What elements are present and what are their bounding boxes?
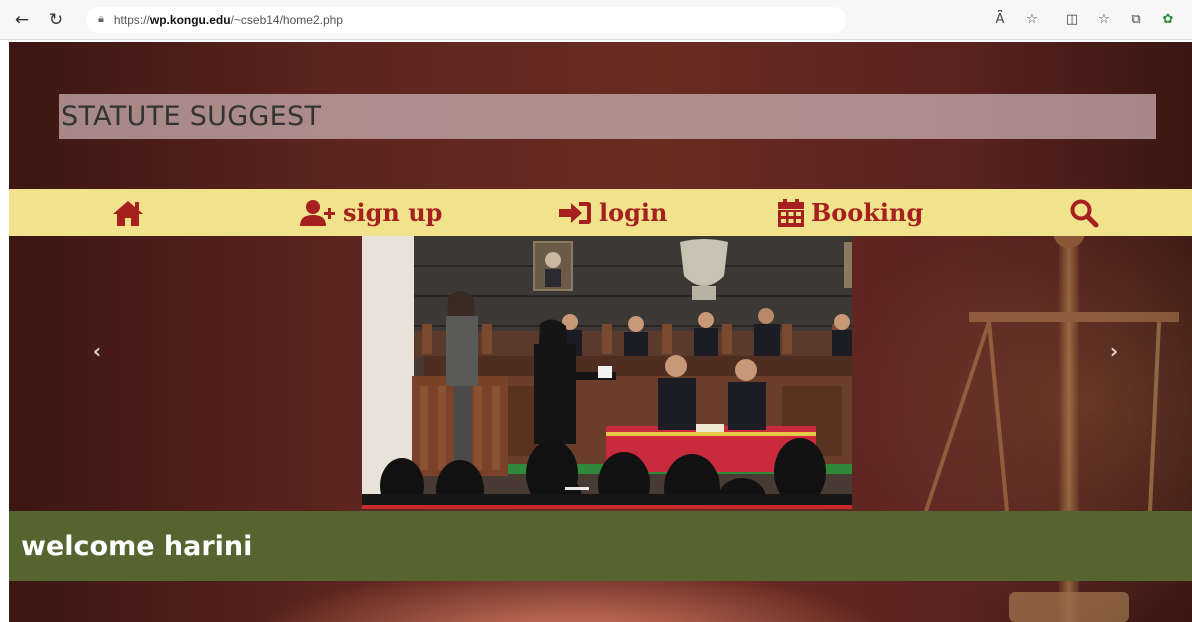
read-aloud-icon[interactable]: A͆ — [990, 10, 1010, 30]
carousel-indicator-active[interactable] — [565, 487, 589, 490]
welcome-band: welcome harini — [9, 511, 1192, 581]
split-screen-icon[interactable]: ◫ — [1062, 10, 1082, 30]
nav-login-label: login — [599, 198, 668, 227]
chevron-left-icon: ‹ — [92, 339, 102, 363]
nav-search[interactable] — [1069, 189, 1099, 236]
main-navbar: sign up login Booking — [9, 189, 1192, 236]
nav-sign-up[interactable]: sign up — [299, 189, 442, 236]
carousel-slide-image — [362, 236, 852, 508]
favorites-icon[interactable]: ☆ — [1094, 10, 1114, 30]
sign-in-icon — [559, 201, 591, 224]
welcome-message: welcome harini — [21, 530, 253, 562]
courtroom-photo — [362, 236, 852, 508]
browser-toolbar: ← ↻ 🔒︎ https://wp.kongu.edu/~cseb14/home… — [0, 0, 1192, 40]
page-viewport: STATUTE SUGGEST sign up login Booking ‹ … — [9, 42, 1192, 622]
back-arrow-icon[interactable]: ← — [10, 8, 34, 32]
nav-booking[interactable]: Booking — [777, 189, 923, 236]
collections-icon[interactable]: ⧉ — [1126, 10, 1146, 30]
home-icon — [113, 200, 143, 226]
url-path: /~cseb14/home2.php — [230, 12, 343, 27]
lock-icon: 🔒︎ — [98, 13, 104, 25]
carousel-prev-button[interactable]: ‹ — [82, 336, 112, 366]
carousel-next-button[interactable]: › — [1099, 336, 1129, 366]
browser-tools: A͆ ☆ ◫ ☆ ⧉ ✿ — [978, 10, 1178, 30]
title-band: STATUTE SUGGEST — [59, 94, 1156, 139]
nav-sign-up-label: sign up — [343, 198, 443, 227]
nav-home[interactable] — [111, 189, 145, 236]
extensions-icon[interactable]: ✿ — [1158, 10, 1178, 30]
site-title: STATUTE SUGGEST — [61, 101, 322, 132]
slide-bottom-border — [362, 505, 852, 509]
calendar-icon — [778, 198, 804, 227]
nav-login[interactable]: login — [557, 189, 667, 236]
search-icon — [1070, 199, 1099, 227]
nav-booking-label: Booking — [811, 198, 924, 227]
chevron-right-icon: › — [1109, 339, 1119, 363]
user-plus-icon — [300, 199, 335, 226]
url-domain: wp.kongu.edu — [149, 12, 231, 27]
image-carousel: ‹ › — [9, 236, 1192, 511]
favorite-star-icon[interactable]: ☆ — [1022, 10, 1042, 30]
refresh-icon[interactable]: ↻ — [44, 8, 68, 32]
address-bar[interactable]: 🔒︎ https://wp.kongu.edu/~cseb14/home2.ph… — [86, 6, 846, 33]
url-prefix: https:// — [113, 12, 150, 27]
